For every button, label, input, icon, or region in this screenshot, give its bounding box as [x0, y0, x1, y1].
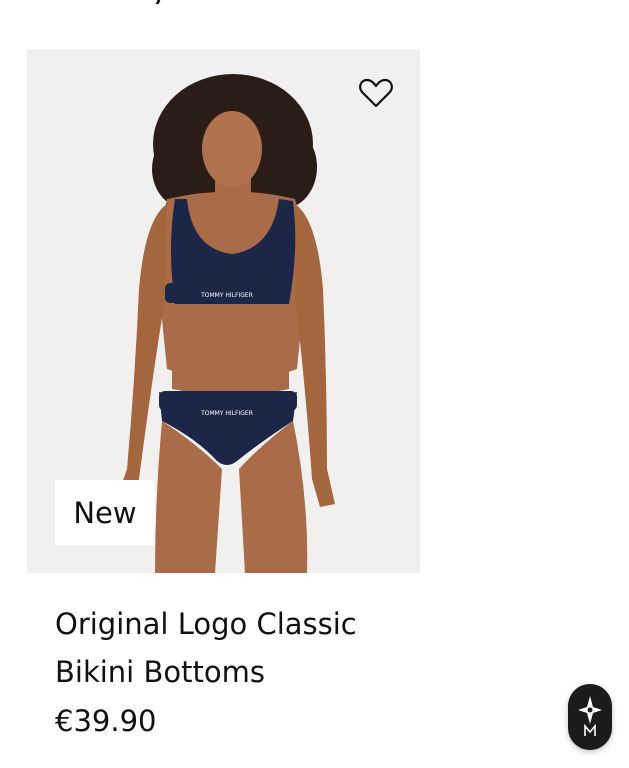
- product-title-line2[interactable]: Bikini Bottoms: [55, 648, 385, 696]
- floating-action-button[interactable]: [568, 684, 612, 750]
- product-page: y TOMMY HILFIGER: [0, 0, 629, 768]
- cut-off-heading: y: [150, 0, 190, 4]
- product-card[interactable]: TOMMY HILFIGER TOMMY HILFIGER New: [27, 49, 420, 573]
- wishlist-button[interactable]: [356, 73, 396, 113]
- heart-outline-icon: [359, 78, 393, 108]
- new-badge-label: New: [73, 495, 137, 530]
- bottoms-logo-text: TOMMY HILFIGER: [200, 410, 253, 417]
- product-title[interactable]: Original Logo Classic Bikini Bottoms: [55, 600, 385, 696]
- bra-logo-text: TOMMY HILFIGER: [200, 292, 253, 299]
- compass-star-icon: [578, 696, 602, 736]
- new-badge: New: [55, 480, 155, 545]
- product-price: €39.90: [55, 704, 157, 738]
- product-title-line1[interactable]: Original Logo Classic: [55, 600, 385, 648]
